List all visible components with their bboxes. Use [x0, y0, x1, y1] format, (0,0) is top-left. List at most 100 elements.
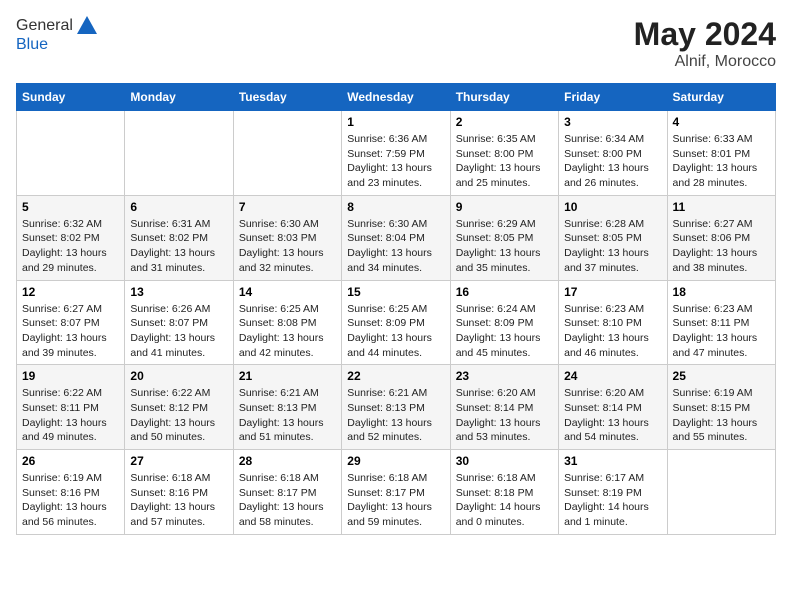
day-content: Sunrise: 6:20 AMSunset: 8:14 PMDaylight:…	[564, 386, 661, 445]
day-content: Sunrise: 6:29 AMSunset: 8:05 PMDaylight:…	[456, 217, 553, 276]
day-number: 19	[22, 369, 119, 383]
calendar-cell: 26Sunrise: 6:19 AMSunset: 8:16 PMDayligh…	[17, 450, 125, 535]
weekday-header-wednesday: Wednesday	[342, 84, 450, 111]
day-content: Sunrise: 6:30 AMSunset: 8:03 PMDaylight:…	[239, 217, 336, 276]
calendar-cell: 9 Sunrise: 6:29 AMSunset: 8:05 PMDaylight…	[450, 195, 558, 280]
day-number: 3	[564, 115, 661, 129]
calendar-cell: 15 Sunrise: 6:25 AMSunset: 8:09 PMDayligh…	[342, 280, 450, 365]
day-number: 30	[456, 454, 553, 468]
day-content: Sunrise: 6:25 AMSunset: 8:09 PMDaylight:…	[347, 302, 444, 361]
calendar-cell: 1Sunrise: 6:36 AMSunset: 7:59 PMDaylight…	[342, 111, 450, 196]
logo-triangle-icon	[77, 16, 97, 34]
weekday-header-thursday: Thursday	[450, 84, 558, 111]
weekday-header-saturday: Saturday	[667, 84, 775, 111]
day-number: 7	[239, 200, 336, 214]
calendar-cell: 10 Sunrise: 6:28 AMSunset: 8:05 PMDayligh…	[559, 195, 667, 280]
day-content: Sunrise: 6:33 AMSunset: 8:01 PMDaylight:…	[673, 132, 770, 191]
logo: General Blue	[16, 16, 97, 54]
page-header: General Blue May 2024 Alnif, Morocco	[16, 16, 776, 71]
calendar-cell: 7 Sunrise: 6:30 AMSunset: 8:03 PMDaylight…	[233, 195, 341, 280]
calendar-cell: 8 Sunrise: 6:30 AMSunset: 8:04 PMDaylight…	[342, 195, 450, 280]
day-content: Sunrise: 6:26 AMSunset: 8:07 PMDaylight:…	[130, 302, 227, 361]
weekday-header-tuesday: Tuesday	[233, 84, 341, 111]
day-content: Sunrise: 6:36 AMSunset: 7:59 PMDaylight:…	[347, 132, 444, 191]
calendar-cell	[125, 111, 233, 196]
day-content: Sunrise: 6:28 AMSunset: 8:05 PMDaylight:…	[564, 217, 661, 276]
day-content: Sunrise: 6:18 AMSunset: 8:16 PMDaylight:…	[130, 471, 227, 530]
day-number: 20	[130, 369, 227, 383]
day-content: Sunrise: 6:30 AMSunset: 8:04 PMDaylight:…	[347, 217, 444, 276]
week-row-3: 12 Sunrise: 6:27 AMSunset: 8:07 PMDayligh…	[17, 280, 776, 365]
calendar-cell: 31 Sunrise: 6:17 AMSunset: 8:19 PMDayligh…	[559, 450, 667, 535]
day-number: 28	[239, 454, 336, 468]
day-number: 5	[22, 200, 119, 214]
day-number: 18	[673, 285, 770, 299]
calendar-cell: 21 Sunrise: 6:21 AMSunset: 8:13 PMDayligh…	[233, 365, 341, 450]
week-row-2: 5 Sunrise: 6:32 AMSunset: 8:02 PMDaylight…	[17, 195, 776, 280]
day-content: Sunrise: 6:23 AMSunset: 8:10 PMDaylight:…	[564, 302, 661, 361]
calendar-cell: 29 Sunrise: 6:18 AMSunset: 8:17 PMDayligh…	[342, 450, 450, 535]
day-content: Sunrise: 6:31 AMSunset: 8:02 PMDaylight:…	[130, 217, 227, 276]
calendar-cell: 5 Sunrise: 6:32 AMSunset: 8:02 PMDaylight…	[17, 195, 125, 280]
day-number: 6	[130, 200, 227, 214]
calendar-cell: 17Sunrise: 6:23 AMSunset: 8:10 PMDayligh…	[559, 280, 667, 365]
week-row-1: 1Sunrise: 6:36 AMSunset: 7:59 PMDaylight…	[17, 111, 776, 196]
day-number: 21	[239, 369, 336, 383]
day-content: Sunrise: 6:23 AMSunset: 8:11 PMDaylight:…	[673, 302, 770, 361]
calendar-cell: 30 Sunrise: 6:18 AMSunset: 8:18 PMDayligh…	[450, 450, 558, 535]
weekday-header-sunday: Sunday	[17, 84, 125, 111]
day-number: 8	[347, 200, 444, 214]
calendar-cell: 4Sunrise: 6:33 AMSunset: 8:01 PMDaylight…	[667, 111, 775, 196]
day-content: Sunrise: 6:21 AMSunset: 8:13 PMDaylight:…	[347, 386, 444, 445]
day-content: Sunrise: 6:22 AMSunset: 8:11 PMDaylight:…	[22, 386, 119, 445]
day-number: 10	[564, 200, 661, 214]
title-location: Alnif, Morocco	[634, 53, 776, 71]
day-content: Sunrise: 6:27 AMSunset: 8:07 PMDaylight:…	[22, 302, 119, 361]
day-content: Sunrise: 6:19 AMSunset: 8:16 PMDaylight:…	[22, 471, 119, 530]
week-row-4: 19 Sunrise: 6:22 AMSunset: 8:11 PMDayligh…	[17, 365, 776, 450]
calendar-cell: 22 Sunrise: 6:21 AMSunset: 8:13 PMDayligh…	[342, 365, 450, 450]
day-content: Sunrise: 6:27 AMSunset: 8:06 PMDaylight:…	[673, 217, 770, 276]
day-content: Sunrise: 6:17 AMSunset: 8:19 PMDaylight:…	[564, 471, 661, 530]
day-content: Sunrise: 6:32 AMSunset: 8:02 PMDaylight:…	[22, 217, 119, 276]
calendar-cell: 11 Sunrise: 6:27 AMSunset: 8:06 PMDayligh…	[667, 195, 775, 280]
day-number: 13	[130, 285, 227, 299]
logo-general: General	[16, 17, 73, 35]
calendar-cell: 3 Sunrise: 6:34 AMSunset: 8:00 PMDaylight…	[559, 111, 667, 196]
title-block: May 2024 Alnif, Morocco	[634, 16, 776, 71]
calendar-cell: 28 Sunrise: 6:18 AMSunset: 8:17 PMDayligh…	[233, 450, 341, 535]
weekday-header-row: SundayMondayTuesdayWednesdayThursdayFrid…	[17, 84, 776, 111]
day-number: 2	[456, 115, 553, 129]
week-row-5: 26Sunrise: 6:19 AMSunset: 8:16 PMDayligh…	[17, 450, 776, 535]
day-content: Sunrise: 6:18 AMSunset: 8:17 PMDaylight:…	[239, 471, 336, 530]
day-number: 16	[456, 285, 553, 299]
calendar-cell: 20 Sunrise: 6:22 AMSunset: 8:12 PMDayligh…	[125, 365, 233, 450]
day-number: 22	[347, 369, 444, 383]
calendar-cell: 12 Sunrise: 6:27 AMSunset: 8:07 PMDayligh…	[17, 280, 125, 365]
calendar-table: SundayMondayTuesdayWednesdayThursdayFrid…	[16, 83, 776, 535]
day-number: 9	[456, 200, 553, 214]
day-content: Sunrise: 6:19 AMSunset: 8:15 PMDaylight:…	[673, 386, 770, 445]
calendar-cell: 16Sunrise: 6:24 AMSunset: 8:09 PMDayligh…	[450, 280, 558, 365]
calendar-cell: 18 Sunrise: 6:23 AMSunset: 8:11 PMDayligh…	[667, 280, 775, 365]
logo-blue: Blue	[16, 36, 48, 53]
day-content: Sunrise: 6:21 AMSunset: 8:13 PMDaylight:…	[239, 386, 336, 445]
day-content: Sunrise: 6:18 AMSunset: 8:17 PMDaylight:…	[347, 471, 444, 530]
day-content: Sunrise: 6:18 AMSunset: 8:18 PMDaylight:…	[456, 471, 553, 530]
day-number: 12	[22, 285, 119, 299]
day-content: Sunrise: 6:34 AMSunset: 8:00 PMDaylight:…	[564, 132, 661, 191]
calendar-cell: 6 Sunrise: 6:31 AMSunset: 8:02 PMDaylight…	[125, 195, 233, 280]
day-number: 31	[564, 454, 661, 468]
day-number: 27	[130, 454, 227, 468]
day-number: 25	[673, 369, 770, 383]
day-number: 11	[673, 200, 770, 214]
calendar-cell: 19 Sunrise: 6:22 AMSunset: 8:11 PMDayligh…	[17, 365, 125, 450]
day-number: 29	[347, 454, 444, 468]
day-content: Sunrise: 6:35 AMSunset: 8:00 PMDaylight:…	[456, 132, 553, 191]
weekday-header-friday: Friday	[559, 84, 667, 111]
day-content: Sunrise: 6:22 AMSunset: 8:12 PMDaylight:…	[130, 386, 227, 445]
day-number: 15	[347, 285, 444, 299]
calendar-cell: 23Sunrise: 6:20 AMSunset: 8:14 PMDayligh…	[450, 365, 558, 450]
day-number: 23	[456, 369, 553, 383]
calendar-cell: 14Sunrise: 6:25 AMSunset: 8:08 PMDayligh…	[233, 280, 341, 365]
